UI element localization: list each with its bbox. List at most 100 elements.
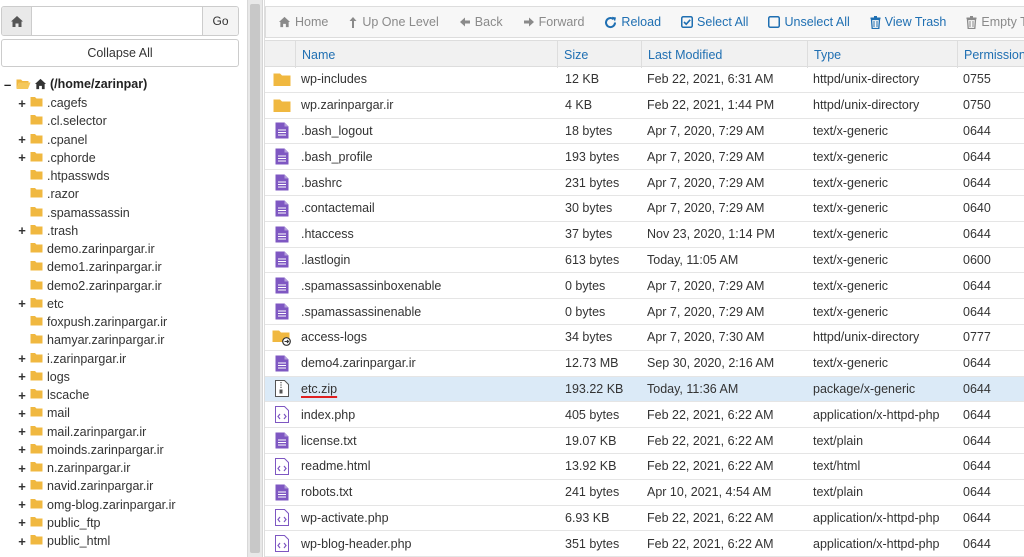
text-file-icon	[269, 196, 295, 221]
file-size-text: 18 bytes	[565, 123, 613, 138]
tree-item-label: lscache	[47, 388, 90, 403]
view-trash-button[interactable]: View Trash	[870, 15, 946, 29]
table-row[interactable]: .bash_logout 18 bytes Apr 7, 2020, 7:29 AM…	[265, 119, 1024, 145]
table-header: Name Size Last Modified Type Permissions	[265, 40, 1024, 68]
tree-item[interactable]: +hamyar.zarinpargar.ir	[0, 331, 247, 349]
table-row[interactable]: .lastlogin 613 bytes Today, 11:05 AM text/x…	[265, 248, 1024, 274]
folder-icon	[30, 461, 43, 475]
table-row[interactable]: wp-includes 12 KB Feb 22, 2021, 6:31 AM htt…	[265, 67, 1024, 93]
table-row[interactable]: etc.zip 193.22 KB Today, 11:36 AM package/x…	[265, 376, 1024, 403]
table-row[interactable]: access-logs 34 bytes Apr 7, 2020, 7:30 AM h…	[265, 325, 1024, 351]
back-button[interactable]: Back	[459, 15, 503, 29]
file-last-modified: Apr 7, 2020, 7:29 AM	[647, 273, 811, 298]
tree-item[interactable]: + mail.zarinpargar.ir	[0, 423, 247, 441]
reload-button[interactable]: Reload	[604, 15, 661, 29]
file-size: 30 bytes	[565, 196, 645, 221]
tree-item[interactable]: +demo2.zarinpargar.ir	[0, 277, 247, 295]
select-all-button[interactable]: Select All	[681, 15, 748, 29]
expand-icon[interactable]: +	[16, 462, 28, 475]
table-row[interactable]: .htaccess 37 bytes Nov 23, 2020, 1:14 PM te…	[265, 222, 1024, 248]
tree-item[interactable]: + public_html	[0, 532, 247, 550]
expand-icon[interactable]: +	[16, 224, 28, 237]
tree-item[interactable]: +demo.zarinpargar.ir	[0, 240, 247, 258]
table-row[interactable]: index.php 405 bytes Feb 22, 2021, 6:22 AM a…	[265, 402, 1024, 429]
expand-icon[interactable]: +	[16, 535, 28, 548]
expand-icon[interactable]: +	[16, 297, 28, 310]
expand-icon[interactable]: +	[16, 352, 28, 365]
expand-icon[interactable]: +	[16, 133, 28, 146]
table-row[interactable]: .spamassassinboxenable 0 bytes Apr 7, 2020…	[265, 273, 1024, 300]
tree-item[interactable]: + logs	[0, 368, 247, 386]
table-row[interactable]: wp-blog-header.php 351 bytes Feb 22, 2021,…	[265, 531, 1024, 557]
empty-trash-button[interactable]: Empty Trash	[966, 15, 1024, 29]
table-row[interactable]: robots.txt 241 bytes Apr 10, 2021, 4:54 AM…	[265, 480, 1024, 506]
file-type-text: application/x-httpd-php	[813, 407, 940, 422]
tree-item[interactable]: + .cphorde	[0, 149, 247, 167]
tree-item[interactable]: + .cpanel	[0, 131, 247, 149]
forward-button[interactable]: Forward	[523, 15, 584, 29]
expand-icon[interactable]: +	[16, 443, 28, 456]
table-row[interactable]: .bash_profile 193 bytes Apr 7, 2020, 7:29 …	[265, 144, 1024, 171]
table-row[interactable]: .contactemail 30 bytes Apr 7, 2020, 7:29 A…	[265, 196, 1024, 222]
file-size-text: 193.22 KB	[565, 381, 624, 396]
toolbar: Home Up One Level Back Forward Reload Se…	[265, 6, 1024, 38]
tree-item[interactable]: + .cagefs	[0, 94, 247, 112]
tree-item[interactable]: +.spamassassin	[0, 204, 247, 222]
file-size-text: 12.73 MB	[565, 356, 619, 371]
tree-item[interactable]: +.razor	[0, 185, 247, 203]
unselect-all-button[interactable]: Unselect All	[768, 15, 850, 29]
path-input[interactable]	[32, 7, 202, 35]
home-button[interactable]	[2, 7, 32, 35]
tree-root[interactable]: – (/home/zarinpar)	[0, 74, 247, 94]
tree-item-label: logs	[47, 369, 70, 384]
tree-item[interactable]: +.htpasswds	[0, 167, 247, 185]
table-row[interactable]: wp.zarinpargar.ir 4 KB Feb 22, 2021, 1:44 …	[265, 93, 1024, 119]
file-last-modified: Apr 7, 2020, 7:30 AM	[647, 325, 811, 350]
table-row[interactable]: .spamassassinenable 0 bytes Apr 7, 2020, 7…	[265, 299, 1024, 325]
tree-item[interactable]: +foxpush.zarinpargar.ir	[0, 313, 247, 331]
column-header-size[interactable]: Size	[557, 41, 641, 68]
collapse-all-button[interactable]: Collapse All	[1, 39, 239, 67]
expand-icon[interactable]: +	[16, 389, 28, 402]
expand-icon[interactable]: +	[16, 97, 28, 110]
table-row[interactable]: .bashrc 231 bytes Apr 7, 2020, 7:29 AM text…	[265, 170, 1024, 196]
expand-icon[interactable]: +	[16, 407, 28, 420]
expand-icon[interactable]: +	[16, 516, 28, 529]
column-header-permissions[interactable]: Permissions	[957, 41, 1024, 68]
tree-item-label: .razor	[47, 187, 79, 202]
tree-item[interactable]: + omg-blog.zarinpargar.ir	[0, 496, 247, 514]
table-row[interactable]: demo4.zarinpargar.ir 12.73 MB Sep 30, 2020…	[265, 351, 1024, 377]
column-header-last-modified[interactable]: Last Modified	[641, 41, 807, 68]
tree-item[interactable]: +.cl.selector	[0, 112, 247, 130]
expand-icon[interactable]: +	[16, 370, 28, 383]
tree-item[interactable]: + .trash	[0, 222, 247, 240]
tree-item[interactable]: + public_ftp	[0, 514, 247, 532]
tree-item[interactable]: + moinds.zarinpargar.ir	[0, 441, 247, 459]
up-one-level-button[interactable]: Up One Level	[348, 15, 439, 29]
tree-item[interactable]: + lscache	[0, 386, 247, 404]
file-permissions-text: 0644	[963, 485, 991, 500]
tree-item[interactable]: + mail	[0, 404, 247, 422]
tree-item[interactable]: + navid.zarinpargar.ir	[0, 477, 247, 495]
tree-scrollbar[interactable]	[250, 4, 260, 553]
tree-item[interactable]: + i.zarinpargar.ir	[0, 350, 247, 368]
expand-icon[interactable]: +	[16, 480, 28, 493]
collapse-icon[interactable]: –	[4, 78, 16, 91]
table-row[interactable]: wp-activate.php 6.93 KB Feb 22, 2021, 6:22…	[265, 506, 1024, 532]
expand-icon[interactable]: +	[16, 151, 28, 164]
home-nav-button[interactable]: Home	[278, 15, 328, 29]
file-name-text: license.txt	[301, 433, 357, 448]
column-header-type[interactable]: Type	[807, 41, 957, 68]
tree-item[interactable]: + n.zarinpargar.ir	[0, 459, 247, 477]
column-header-name[interactable]: Name	[295, 41, 565, 68]
file-table: Name Size Last Modified Type Permissions…	[265, 40, 1024, 557]
expand-icon[interactable]: +	[16, 425, 28, 438]
tree-item[interactable]: + etc	[0, 295, 247, 313]
table-row[interactable]: license.txt 19.07 KB Feb 22, 2021, 6:22 AM…	[265, 428, 1024, 454]
file-permissions: 0644	[963, 351, 1024, 376]
go-button[interactable]: Go	[202, 7, 238, 35]
expand-icon[interactable]: +	[16, 498, 28, 511]
tree-item[interactable]: +demo1.zarinpargar.ir	[0, 258, 247, 276]
tree-item-label: public_html	[47, 534, 111, 549]
table-row[interactable]: readme.html 13.92 KB Feb 22, 2021, 6:22 AM…	[265, 454, 1024, 480]
